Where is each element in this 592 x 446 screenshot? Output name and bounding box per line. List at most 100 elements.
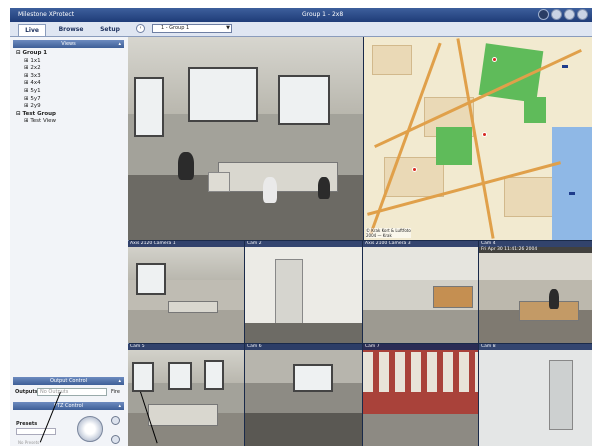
camera-pin-icon[interactable] — [482, 132, 487, 137]
output-control-title: Output Control — [49, 378, 88, 384]
tree-item[interactable]: ⊞ 2x2 — [16, 65, 56, 73]
group-selector-value: 1 - Group 1 — [161, 25, 190, 31]
output-control-header: Output Control ▴ — [13, 377, 124, 385]
views-tree: ⊟ Group 1 ⊞ 1x1 ⊞ 2x2 ⊞ 3x3 ⊞ 4x4 ⊞ 5y1 … — [16, 50, 56, 126]
scene-monitor — [208, 172, 230, 192]
scene-door — [275, 259, 303, 329]
map-water — [552, 127, 592, 240]
scene-desk — [168, 301, 218, 313]
camera-view-6[interactable]: Cam 6 — [245, 344, 362, 446]
tree-item[interactable]: ⊞ 5y1 — [16, 88, 56, 96]
tree-item[interactable]: ⊞ Test View — [16, 118, 56, 126]
outputs-select[interactable]: No Outputs — [37, 388, 107, 396]
close-icon[interactable] — [577, 9, 588, 20]
ptz-control-header: PTZ Control ▴ — [13, 402, 124, 410]
title-bar: Milestone XProtect Group 1 - 2x8 — [10, 8, 592, 22]
scene-door — [549, 360, 573, 430]
camera-label: Axis 2120 Camera 1 — [128, 241, 244, 247]
tree-item[interactable]: ⊞ 2y9 — [16, 103, 56, 111]
collapse-icon[interactable]: ▴ — [118, 377, 121, 385]
map-caption-line: 2004 — Krak — [366, 233, 392, 238]
app-title: Milestone XProtect — [18, 11, 75, 18]
collapse-icon[interactable]: ▴ — [118, 402, 121, 410]
camera-view-5[interactable]: Cam 5 — [128, 344, 244, 446]
camera-view-3[interactable]: Axis 2100 Camera 3 — [363, 241, 478, 343]
camera-pin-icon[interactable] — [492, 57, 497, 62]
tree-item[interactable]: ⊞ 1x1 — [16, 58, 56, 66]
scene-floor — [128, 310, 244, 343]
camera-view-4[interactable]: Cam 4 Fri Apr 30 11:41:26 2004 — [479, 241, 592, 343]
scene-desk — [148, 404, 218, 426]
map-block — [372, 45, 412, 75]
camera-label: Axis 2100 Camera 3 — [363, 241, 478, 247]
scene-window — [132, 362, 154, 392]
scene-plaza — [363, 414, 478, 446]
camera-view-main[interactable] — [128, 37, 363, 240]
collapse-icon[interactable]: ▴ — [118, 40, 121, 48]
camera-label: Cam 7 — [363, 344, 478, 350]
scene-person — [318, 177, 330, 199]
camera-label: Cam 8 — [479, 344, 592, 350]
tree-item[interactable]: ⊞ 4x4 — [16, 80, 56, 88]
scene-window — [278, 75, 330, 125]
ptz-joystick[interactable] — [77, 416, 103, 442]
tab-browse[interactable]: Browse — [56, 24, 86, 36]
scene-person — [178, 152, 194, 180]
camera-label: Cam 2 — [245, 241, 362, 247]
camera-view-1[interactable]: Axis 2120 Camera 1 — [128, 241, 244, 343]
boat-icon — [569, 192, 575, 195]
camera-view-7[interactable]: Cam 7 — [363, 344, 478, 446]
scene-window — [136, 263, 166, 295]
window-controls — [538, 9, 588, 20]
scene-window — [188, 67, 258, 122]
boat-icon — [562, 65, 568, 68]
tree-item[interactable]: ⊞ 5y7 — [16, 96, 56, 104]
scene-building-windows — [363, 352, 478, 392]
camera-label: Cam 5 — [128, 344, 244, 350]
outputs-row: Outputs No Outputs Fire — [15, 388, 125, 397]
presets-select[interactable]: No Presets — [16, 428, 56, 445]
map-caption: © Krak Kort & Luftfoto 2004 — Krak — [366, 228, 411, 238]
minimize-icon[interactable] — [551, 9, 562, 20]
app-menu-icon[interactable] — [538, 9, 549, 20]
map-view[interactable]: © Krak Kort & Luftfoto 2004 — Krak — [364, 37, 592, 240]
camera-timestamp: Fri Apr 30 11:41:26 2004 — [479, 247, 592, 253]
scene-floor — [363, 310, 478, 343]
ptz-control-panel: Presets No Presets — [13, 411, 124, 446]
tree-item[interactable]: ⊞ 3x3 — [16, 73, 56, 81]
scene-window — [168, 362, 192, 390]
group-selector[interactable]: 1 - Group 1 ▼ — [152, 24, 232, 33]
scene-window — [134, 77, 164, 137]
camera-pin-icon[interactable] — [412, 167, 417, 172]
map-block — [504, 177, 554, 217]
presets-label: Presets — [16, 421, 38, 427]
presets-select-value: No Presets — [18, 440, 40, 445]
views-panel-header: Views ▴ — [13, 40, 124, 48]
back-arrow-icon[interactable]: ‹ — [136, 24, 145, 33]
tab-bar: Live Browse Setup ‹ 1 - Group 1 ▼ — [10, 22, 592, 37]
fire-button[interactable]: Fire — [111, 389, 120, 395]
scene-window — [204, 360, 224, 390]
map-park — [524, 97, 546, 123]
scene-floor — [245, 323, 362, 343]
zoom-out-icon[interactable] — [111, 435, 120, 444]
tab-live[interactable]: Live — [18, 24, 46, 36]
views-panel-title: Views — [61, 41, 76, 47]
tree-group-1[interactable]: ⊟ Group 1 — [16, 50, 56, 58]
zoom-in-icon[interactable] — [111, 416, 120, 425]
sidebar: Views ▴ ⊟ Group 1 ⊞ 1x1 ⊞ 2x2 ⊞ 3x3 ⊞ 4x… — [10, 37, 129, 446]
scene-person — [263, 177, 277, 203]
scene-floor — [245, 413, 362, 446]
view-title: Group 1 - 2x8 — [302, 11, 344, 18]
scene-desk — [433, 286, 473, 308]
tab-setup[interactable]: Setup — [96, 24, 124, 36]
ptz-control-title: PTZ Control — [53, 403, 84, 409]
camera-view-8[interactable]: Cam 8 — [479, 344, 592, 446]
scene-person — [549, 289, 559, 309]
tree-group-test[interactable]: ⊟ Test Group — [16, 111, 56, 119]
camera-view-2[interactable]: Cam 2 — [245, 241, 362, 343]
maximize-icon[interactable] — [564, 9, 575, 20]
outputs-label: Outputs — [15, 389, 38, 395]
scene-wall — [479, 344, 592, 446]
chevron-down-icon: ▼ — [226, 25, 230, 31]
